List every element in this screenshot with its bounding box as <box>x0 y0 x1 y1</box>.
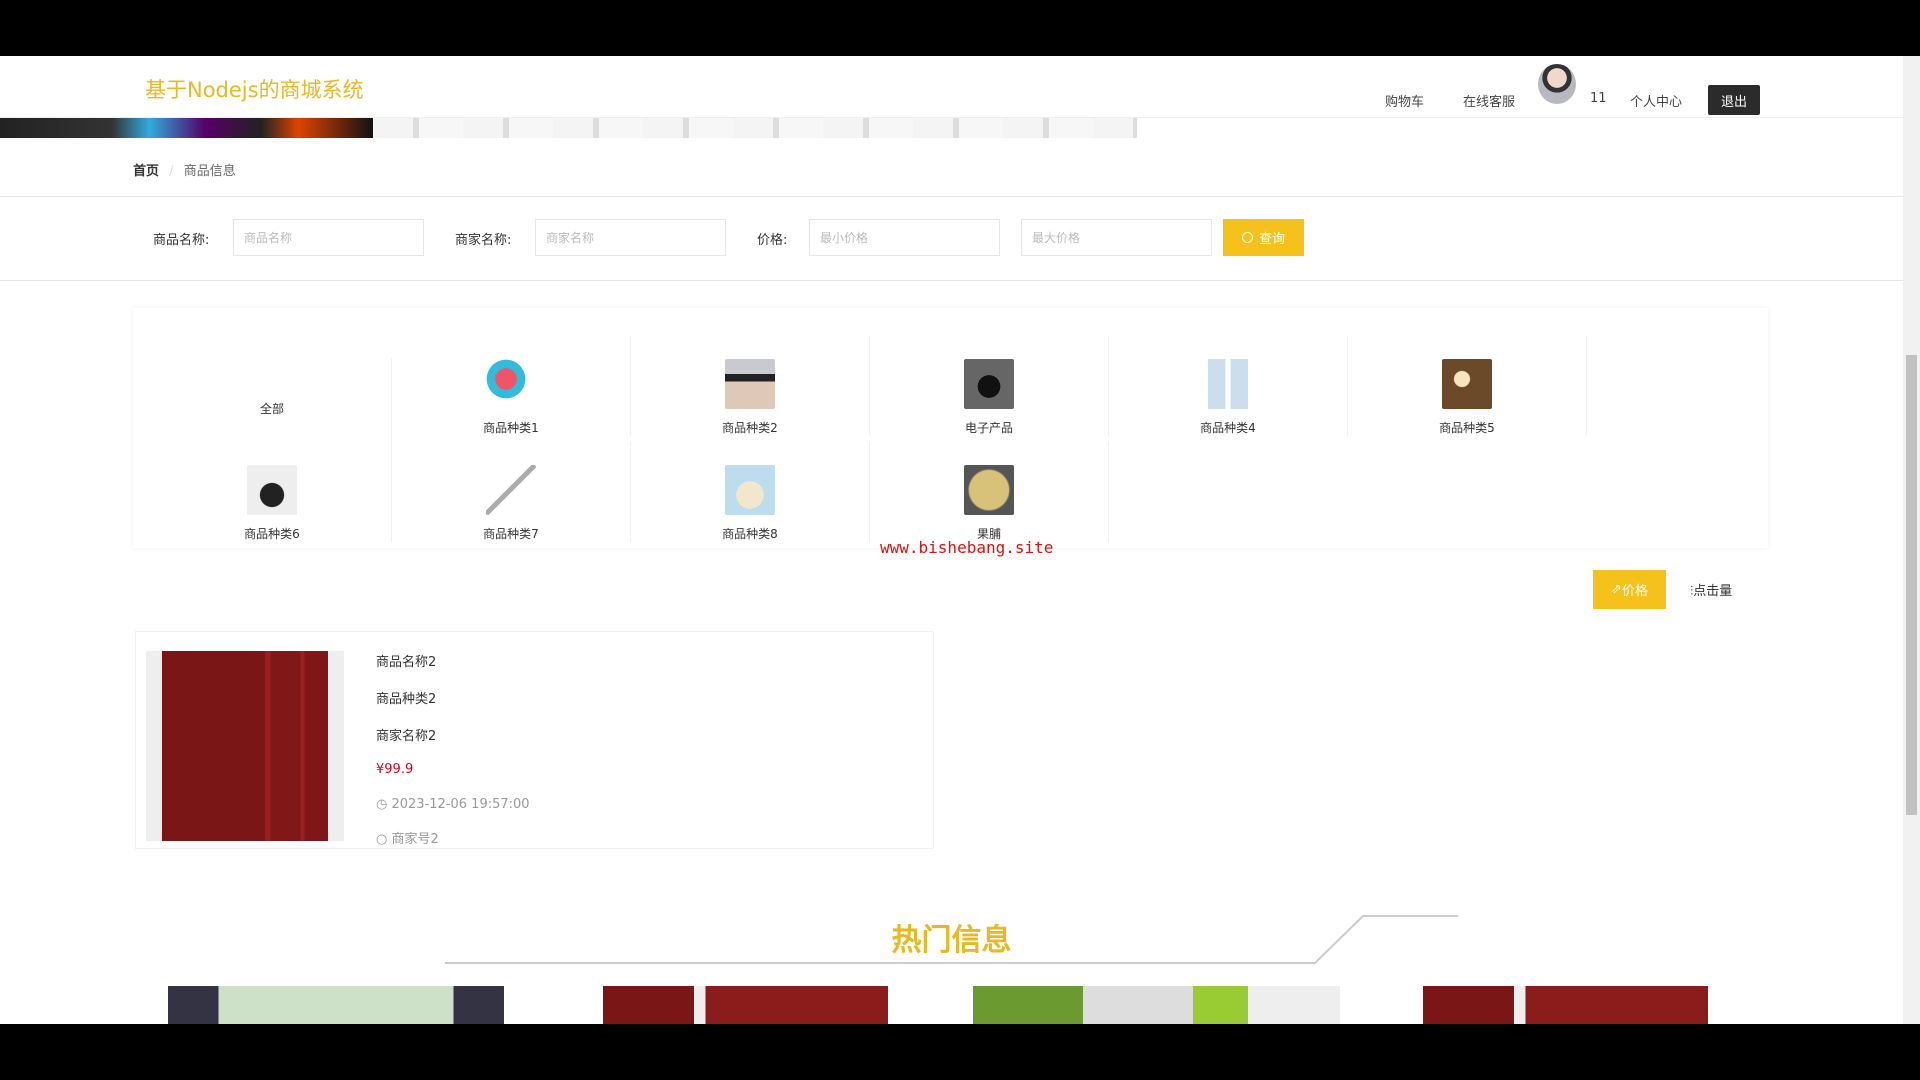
breadcrumb: 首页 / 商品信息 <box>133 160 236 179</box>
product-name: 商品名称2 <box>376 655 437 670</box>
divider <box>0 280 1903 281</box>
site-title[interactable]: 基于Nodejs的商城系统 <box>145 74 364 104</box>
category-item[interactable]: 商品种类6 <box>153 442 392 542</box>
category-item[interactable]: 电子产品 <box>870 336 1109 436</box>
user-count: 11 <box>1590 91 1607 106</box>
category-label: 商品种类2 <box>722 421 778 435</box>
banner-strip <box>373 118 1137 138</box>
sort-by-price-button[interactable]: ⇗ 价格 <box>1593 570 1666 609</box>
price-label: 价格: <box>757 233 788 248</box>
category-label: 电子产品 <box>964 421 1013 435</box>
min-price-input[interactable]: 最小价格 <box>809 219 1000 256</box>
sort-clicks-label: 点击量 <box>1693 584 1733 599</box>
product-name-input[interactable]: 商品名称 <box>233 219 424 256</box>
hot-item-image[interactable] <box>1423 986 1708 1024</box>
logout-button[interactable]: 退出 <box>1708 85 1760 115</box>
category-image <box>1442 359 1492 409</box>
category-label: 商品种类5 <box>1439 421 1495 435</box>
category-label: 商品种类7 <box>483 527 539 541</box>
merchant-name-label: 商家名称: <box>455 233 512 248</box>
category-image <box>725 359 775 409</box>
product-name-label: 商品名称: <box>153 233 210 248</box>
divider <box>0 196 1903 197</box>
category-item[interactable]: 商品种类2 <box>631 336 870 436</box>
breadcrumb-home[interactable]: 首页 <box>133 164 159 179</box>
screen-top-bar <box>0 0 1920 56</box>
nav-cart[interactable]: 购物车 <box>1385 91 1424 110</box>
scrollbar-thumb[interactable] <box>1906 355 1917 815</box>
category-item[interactable]: 果脯 <box>870 442 1109 542</box>
category-image <box>964 465 1014 515</box>
product-category: 商品种类2 <box>376 692 437 707</box>
product-merchant: 商家名称2 <box>376 729 437 744</box>
category-image <box>247 465 297 515</box>
category-image <box>486 359 536 409</box>
circle-icon: ○ <box>376 832 392 847</box>
category-label: 商品种类6 <box>244 527 300 541</box>
search-button-label: 查询 <box>1258 232 1285 247</box>
category-label: 商品种类8 <box>722 527 778 541</box>
title-decoration-line <box>445 915 1458 964</box>
banner-image <box>0 118 373 138</box>
category-item[interactable]: 商品种类8 <box>631 442 870 542</box>
category-item[interactable]: 商品种类5 <box>1348 336 1587 436</box>
clock-icon: ◷ <box>376 797 392 812</box>
search-button[interactable]: 查询 <box>1223 219 1304 256</box>
max-price-input[interactable]: 最大价格 <box>1021 219 1212 256</box>
nav-profile[interactable]: 个人中心 <box>1630 91 1682 110</box>
category-image <box>1203 359 1253 409</box>
product-price: ¥99.9 <box>376 762 414 777</box>
product-time: ◷ 2023-12-06 19:57:00 <box>376 797 530 812</box>
product-image[interactable] <box>146 651 344 841</box>
product-extra: ○ 商家号2 <box>376 828 439 847</box>
search-icon <box>1241 232 1253 243</box>
product-card[interactable]: 商品名称2 商品种类2 商家名称2 ¥99.9 ◷ 2023-12-06 19:… <box>135 631 934 849</box>
hot-item-image[interactable] <box>603 986 888 1024</box>
sort-by-clicks-button[interactable]: ⫶点击量 <box>1690 580 1732 599</box>
sort-icon: ⇗ <box>1611 582 1622 597</box>
watermark: www.bishebang.site <box>880 538 1054 557</box>
header: 基于Nodejs的商城系统 购物车 在线客服 11 个人中心 退出 <box>0 56 1903 118</box>
hot-item-image[interactable] <box>973 986 1340 1024</box>
category-image <box>964 359 1014 409</box>
hot-item-image[interactable] <box>168 986 504 1024</box>
category-item[interactable]: 商品种类1 <box>392 336 631 436</box>
screen-bottom-bar <box>0 1024 1920 1080</box>
category-panel: 全部 商品种类1 商品种类2 电子产品 商品种类4 商品种类5 商品种类6 商品… <box>133 308 1768 548</box>
avatar[interactable] <box>1538 64 1576 104</box>
category-image <box>486 465 536 515</box>
breadcrumb-separator: / <box>169 164 174 179</box>
category-item[interactable]: 商品种类4 <box>1109 336 1348 436</box>
category-label: 商品种类1 <box>483 421 539 435</box>
nav-customer-service[interactable]: 在线客服 <box>1463 91 1515 110</box>
sort-price-label: 价格 <box>1621 584 1648 599</box>
product-extra-value: 商家号2 <box>391 832 439 847</box>
category-label: 全部 <box>259 401 284 416</box>
product-time-value: 2023-12-06 19:57:00 <box>391 797 530 812</box>
breadcrumb-current: 商品信息 <box>183 164 236 179</box>
category-image <box>725 465 775 515</box>
category-item[interactable]: 商品种类7 <box>392 442 631 542</box>
merchant-name-input[interactable]: 商家名称 <box>535 219 726 256</box>
category-label: 商品种类4 <box>1200 421 1256 435</box>
